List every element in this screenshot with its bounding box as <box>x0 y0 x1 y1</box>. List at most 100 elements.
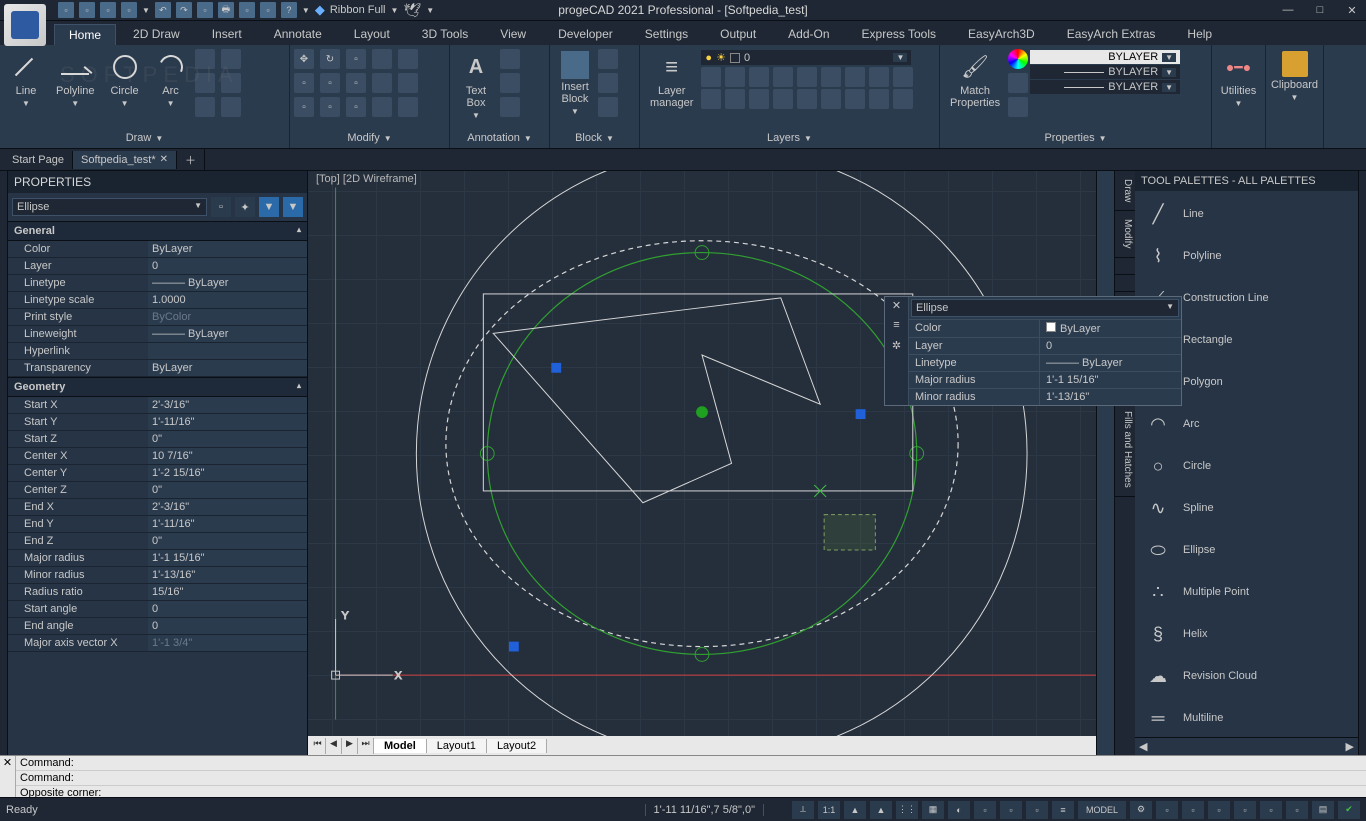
close-icon[interactable]: ✕ <box>1342 4 1362 17</box>
status-icon[interactable]: ▫ <box>1234 801 1256 819</box>
tab-layout[interactable]: Layout <box>339 23 405 45</box>
bird-icon[interactable]: 🕊 <box>403 2 421 19</box>
status-icon[interactable]: ▫ <box>1182 801 1204 819</box>
rotate-icon[interactable]: ↻ <box>320 49 340 69</box>
chevron-down-icon[interactable]: ▼ <box>524 134 532 143</box>
property-row[interactable]: Center X10 7/16" <box>8 448 307 465</box>
qat-saveall-icon[interactable]: ▫ <box>121 2 137 18</box>
property-row[interactable]: Linetype scale1.0000 <box>8 292 307 309</box>
dock-bar[interactable] <box>0 171 8 755</box>
layer-icon[interactable] <box>869 67 889 87</box>
chevron-down-icon[interactable]: ▼ <box>390 6 398 15</box>
layer-icon[interactable] <box>773 67 793 87</box>
filter-icon[interactable]: ▼ <box>283 197 303 217</box>
snap-icon[interactable]: ▦ <box>922 801 944 819</box>
draw-small-icon[interactable] <box>195 97 215 117</box>
first-icon[interactable]: ⏮ <box>310 738 326 754</box>
layer-icon[interactable] <box>893 67 913 87</box>
tab-help[interactable]: Help <box>1172 23 1227 45</box>
minimize-icon[interactable]: — <box>1278 4 1298 17</box>
chevron-down-icon[interactable]: ▼ <box>142 6 150 15</box>
props-icon[interactable] <box>1008 73 1028 93</box>
layer-icon[interactable] <box>773 89 793 109</box>
move-icon[interactable]: ✥ <box>294 49 314 69</box>
block-icon[interactable] <box>598 73 618 93</box>
chevron-down-icon[interactable]: ▼ <box>302 6 310 15</box>
property-row[interactable]: End Y1'-11/16" <box>8 516 307 533</box>
status-icon[interactable]: ◐ <box>948 801 970 819</box>
array-icon[interactable]: ▫ <box>346 97 366 117</box>
close-icon[interactable]: ✕ <box>0 756 16 797</box>
layer-icon[interactable] <box>725 67 745 87</box>
check-icon[interactable]: ✔ <box>1338 801 1360 819</box>
qat-open-icon[interactable]: ▫ <box>79 2 95 18</box>
palette-item[interactable]: §Helix <box>1137 613 1356 655</box>
layer-icon[interactable] <box>797 67 817 87</box>
close-icon[interactable]: ✕ <box>160 154 168 165</box>
props-section-header[interactable]: Geometry▴ <box>8 377 307 397</box>
qat-redo-icon[interactable]: ↷ <box>176 2 192 18</box>
clipboard-button[interactable]: Clipboard▼ <box>1270 49 1319 104</box>
stretch-icon[interactable]: ▫ <box>294 97 314 117</box>
qat-help-icon[interactable]: ? <box>281 2 297 18</box>
tab-addon[interactable]: Add-On <box>773 23 844 45</box>
modify-icon[interactable] <box>398 97 418 117</box>
layer-icon[interactable] <box>749 67 769 87</box>
palette-item[interactable]: ☁Revision Cloud <box>1137 655 1356 697</box>
property-row[interactable]: Center Y1'-2 15/16" <box>8 465 307 482</box>
linetype-combo[interactable]: BYLAYER▼ <box>1030 65 1180 79</box>
qat-new-icon[interactable]: ▫ <box>58 2 74 18</box>
status-icon[interactable]: ▫ <box>974 801 996 819</box>
last-icon[interactable]: ⏭ <box>358 738 374 754</box>
grid-icon[interactable]: ⋮⋮ <box>896 801 918 819</box>
tab-developer[interactable]: Developer <box>543 23 628 45</box>
props-section-header[interactable]: General▴ <box>8 221 307 241</box>
layer-icon[interactable] <box>797 89 817 109</box>
copy-icon[interactable]: ▫ <box>294 73 314 93</box>
modify-icon[interactable] <box>398 73 418 93</box>
property-row[interactable]: ColorByLayer <box>8 241 307 258</box>
layer-icon[interactable] <box>749 89 769 109</box>
color-combo[interactable]: BYLAYER▼ <box>1030 50 1180 64</box>
status-icon[interactable]: ▫ <box>1260 801 1282 819</box>
next-icon[interactable]: ▶ <box>342 738 358 754</box>
palette-side-tab[interactable]: Draw <box>1115 171 1135 211</box>
status-model[interactable]: MODEL <box>1078 801 1126 819</box>
qp-object-select[interactable]: Ellipse▼ <box>911 299 1179 317</box>
draw-small-icon[interactable] <box>221 97 241 117</box>
qat-print-icon[interactable]: 🖶 <box>218 2 234 18</box>
gear-icon[interactable]: ✲ <box>889 339 905 355</box>
status-scale[interactable]: 1:1 <box>818 801 840 819</box>
qp-row[interactable]: ColorByLayer <box>909 319 1181 337</box>
palette-item[interactable]: ⌇Polyline <box>1137 235 1356 277</box>
status-icon[interactable]: ≡ <box>1052 801 1074 819</box>
annot-icon[interactable] <box>500 49 520 69</box>
insert-block-button[interactable]: Insert Block▼ <box>554 49 596 118</box>
layer-icon[interactable] <box>821 89 841 109</box>
line-button[interactable]: Line▼ <box>4 49 48 110</box>
layer-icon[interactable] <box>725 89 745 109</box>
property-row[interactable]: Start Y1'-11/16" <box>8 414 307 431</box>
property-row[interactable]: Lineweight——— ByLayer <box>8 326 307 343</box>
property-row[interactable]: Hyperlink <box>8 343 307 360</box>
palette-item[interactable]: ∴Multiple Point <box>1137 571 1356 613</box>
utilities-button[interactable]: ●━●Utilities▼ <box>1216 49 1261 110</box>
layer-manager-button[interactable]: ≡Layer manager <box>644 49 699 111</box>
palette-item[interactable]: ∿Spline <box>1137 487 1356 529</box>
color-wheel-icon[interactable] <box>1008 49 1028 69</box>
status-icon[interactable]: ▫ <box>1026 801 1048 819</box>
layer-icon[interactable] <box>845 67 865 87</box>
property-row[interactable]: Major axis vector X1'-1 3/4" <box>8 635 307 652</box>
palette-side-tab[interactable]: Fills and Hatches <box>1115 403 1135 497</box>
layer-icon[interactable] <box>701 89 721 109</box>
app-logo[interactable] <box>4 4 46 46</box>
tab-easyarch-extras[interactable]: EasyArch Extras <box>1052 23 1171 45</box>
annot-icon[interactable] <box>500 97 520 117</box>
chevron-down-icon[interactable]: ▼ <box>155 134 163 143</box>
menu-icon[interactable]: ≡ <box>889 319 905 335</box>
palette-item[interactable]: ○Circle <box>1137 445 1356 487</box>
tab-annotate[interactable]: Annotate <box>259 23 337 45</box>
property-row[interactable]: Start Z0" <box>8 431 307 448</box>
palette-item[interactable]: ◠Arc <box>1137 403 1356 445</box>
layout-tab-layout2[interactable]: Layout2 <box>487 739 547 753</box>
